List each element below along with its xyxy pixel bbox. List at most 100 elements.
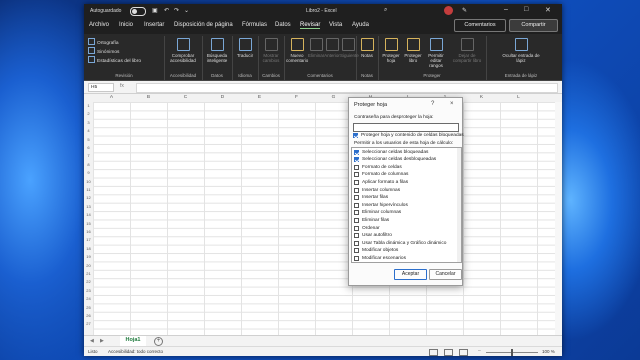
protect-workbook-button[interactable]: Proteger libro [402,38,424,63]
tab-insertar[interactable]: Insertar [144,22,164,28]
translate-button[interactable]: Traducir [233,38,257,58]
permission-checkbox[interactable] [354,240,359,246]
permission-checkbox[interactable] [354,233,359,239]
protect-sheet-button[interactable]: Proteger hoja [380,38,402,63]
list-scrollbar[interactable] [457,148,461,262]
notes-button[interactable]: Notas [357,38,377,58]
column-header[interactable]: G [315,95,352,100]
row-header[interactable]: 23 [84,288,93,293]
close-icon[interactable]: × [450,101,454,107]
row-header[interactable]: 20 [84,263,93,268]
workbook-stats-button[interactable]: Estadísticas del libro [88,56,141,64]
row-header[interactable]: 26 [84,313,93,318]
tab-inicio[interactable]: Inicio [119,22,133,28]
close-icon[interactable]: ✕ [545,6,551,14]
column-header[interactable]: D [204,95,241,100]
permission-checkbox[interactable] [354,225,359,231]
cancel-button[interactable]: Cancelar [429,269,462,280]
autosave-toggle[interactable] [130,7,146,16]
row-header[interactable]: 14 [84,212,93,217]
permission-checkbox[interactable] [354,149,359,155]
next-sheet-icon[interactable]: ▶ [100,338,104,344]
vertical-scrollbar[interactable] [555,102,562,335]
row-header[interactable]: 22 [84,279,93,284]
normal-view-icon[interactable] [429,349,438,356]
ok-button[interactable]: Aceptar [394,269,427,280]
column-header[interactable]: A [93,95,130,100]
tab-vista[interactable]: Vista [329,22,342,28]
comments-button[interactable]: Comentarios [454,19,506,32]
search-icon[interactable]: ⌕ [384,7,387,14]
hide-ink-button[interactable]: Ocultar entrada de lápiz [500,38,542,63]
fx-icon[interactable]: fx [120,83,124,89]
permission-checkbox[interactable] [354,248,359,254]
page-layout-icon[interactable] [444,349,453,356]
permission-checkbox[interactable] [354,172,359,178]
pen-icon[interactable]: ✎ [462,7,467,14]
zoom-level[interactable]: 100 % [542,349,555,354]
row-header[interactable]: 4 [84,128,93,133]
formula-input[interactable] [136,83,558,93]
thesaurus-button[interactable]: Sinónimos [88,47,119,55]
zoom-out-icon[interactable]: – [478,348,481,354]
previous-comment-button[interactable]: Anterior [324,38,340,58]
row-header[interactable]: 12 [84,195,93,200]
row-header[interactable]: 19 [84,254,93,259]
tab-revisar[interactable]: Revisar [300,22,321,29]
allow-edit-ranges-button[interactable]: Permitir editar rangos [424,38,448,68]
user-avatar[interactable] [444,6,453,15]
column-header[interactable]: B [130,95,167,100]
new-comment-button[interactable]: Nuevo comentario [286,38,308,63]
row-header[interactable]: 18 [84,246,93,251]
row-header[interactable]: 13 [84,204,93,209]
row-header[interactable]: 11 [84,187,93,192]
tab-datos[interactable]: Datos [275,22,291,28]
row-header[interactable]: 6 [84,145,93,150]
customize-toolbar-icon[interactable]: ⌄ [184,7,189,14]
permission-checkbox[interactable] [354,195,359,201]
smart-lookup-button[interactable]: Búsqueda inteligente [203,38,231,63]
row-header[interactable]: 27 [84,321,93,326]
prev-sheet-icon[interactable]: ◀ [90,338,94,344]
column-header[interactable]: C [167,95,204,100]
tab-archivo[interactable]: Archivo [89,22,109,28]
cell-area[interactable] [93,102,562,335]
row-header[interactable]: 3 [84,120,93,125]
row-header[interactable]: 25 [84,305,93,310]
spelling-button[interactable]: Ortografía [88,38,119,46]
column-header[interactable]: K [463,95,500,100]
row-header[interactable]: 15 [84,221,93,226]
page-break-icon[interactable] [459,349,468,356]
column-header[interactable]: L [500,95,537,100]
permission-checkbox[interactable] [354,202,359,208]
row-header[interactable]: 16 [84,229,93,234]
row-header[interactable]: 5 [84,137,93,142]
unshare-workbook-button[interactable]: Dejar de compartir libro [450,38,484,63]
tab-formulas[interactable]: Fórmulas [242,22,267,28]
name-box[interactable]: H5 [88,83,114,92]
row-header[interactable]: 7 [84,153,93,158]
row-header[interactable]: 8 [84,162,93,167]
minimize-icon[interactable]: – [504,6,508,13]
row-header[interactable]: 24 [84,296,93,301]
permission-checkbox[interactable] [354,210,359,216]
permission-checkbox[interactable] [354,157,359,163]
add-sheet-button[interactable]: + [154,337,163,346]
delete-comment-button[interactable]: Eliminar [308,38,324,58]
share-button[interactable]: Compartir [509,19,558,32]
zoom-slider-thumb[interactable] [511,349,513,356]
check-accessibility-button[interactable]: Comprobar accesibilidad [166,38,200,63]
protect-checkbox[interactable] [353,133,358,138]
row-header[interactable]: 9 [84,170,93,175]
permission-checkbox[interactable] [354,187,359,193]
permission-checkbox[interactable] [354,164,359,170]
undo-icon[interactable]: ↶ [164,7,169,14]
accessibility-status[interactable]: Accesibilidad: todo correcto [108,349,163,354]
column-header[interactable]: E [241,95,278,100]
maximize-icon[interactable]: □ [524,6,528,13]
permission-checkbox[interactable] [354,179,359,185]
permission-checkbox[interactable] [354,217,359,223]
save-icon[interactable]: ▣ [152,7,158,14]
row-header[interactable]: 2 [84,111,93,116]
list-item[interactable]: Modificar escenarios [352,254,459,262]
